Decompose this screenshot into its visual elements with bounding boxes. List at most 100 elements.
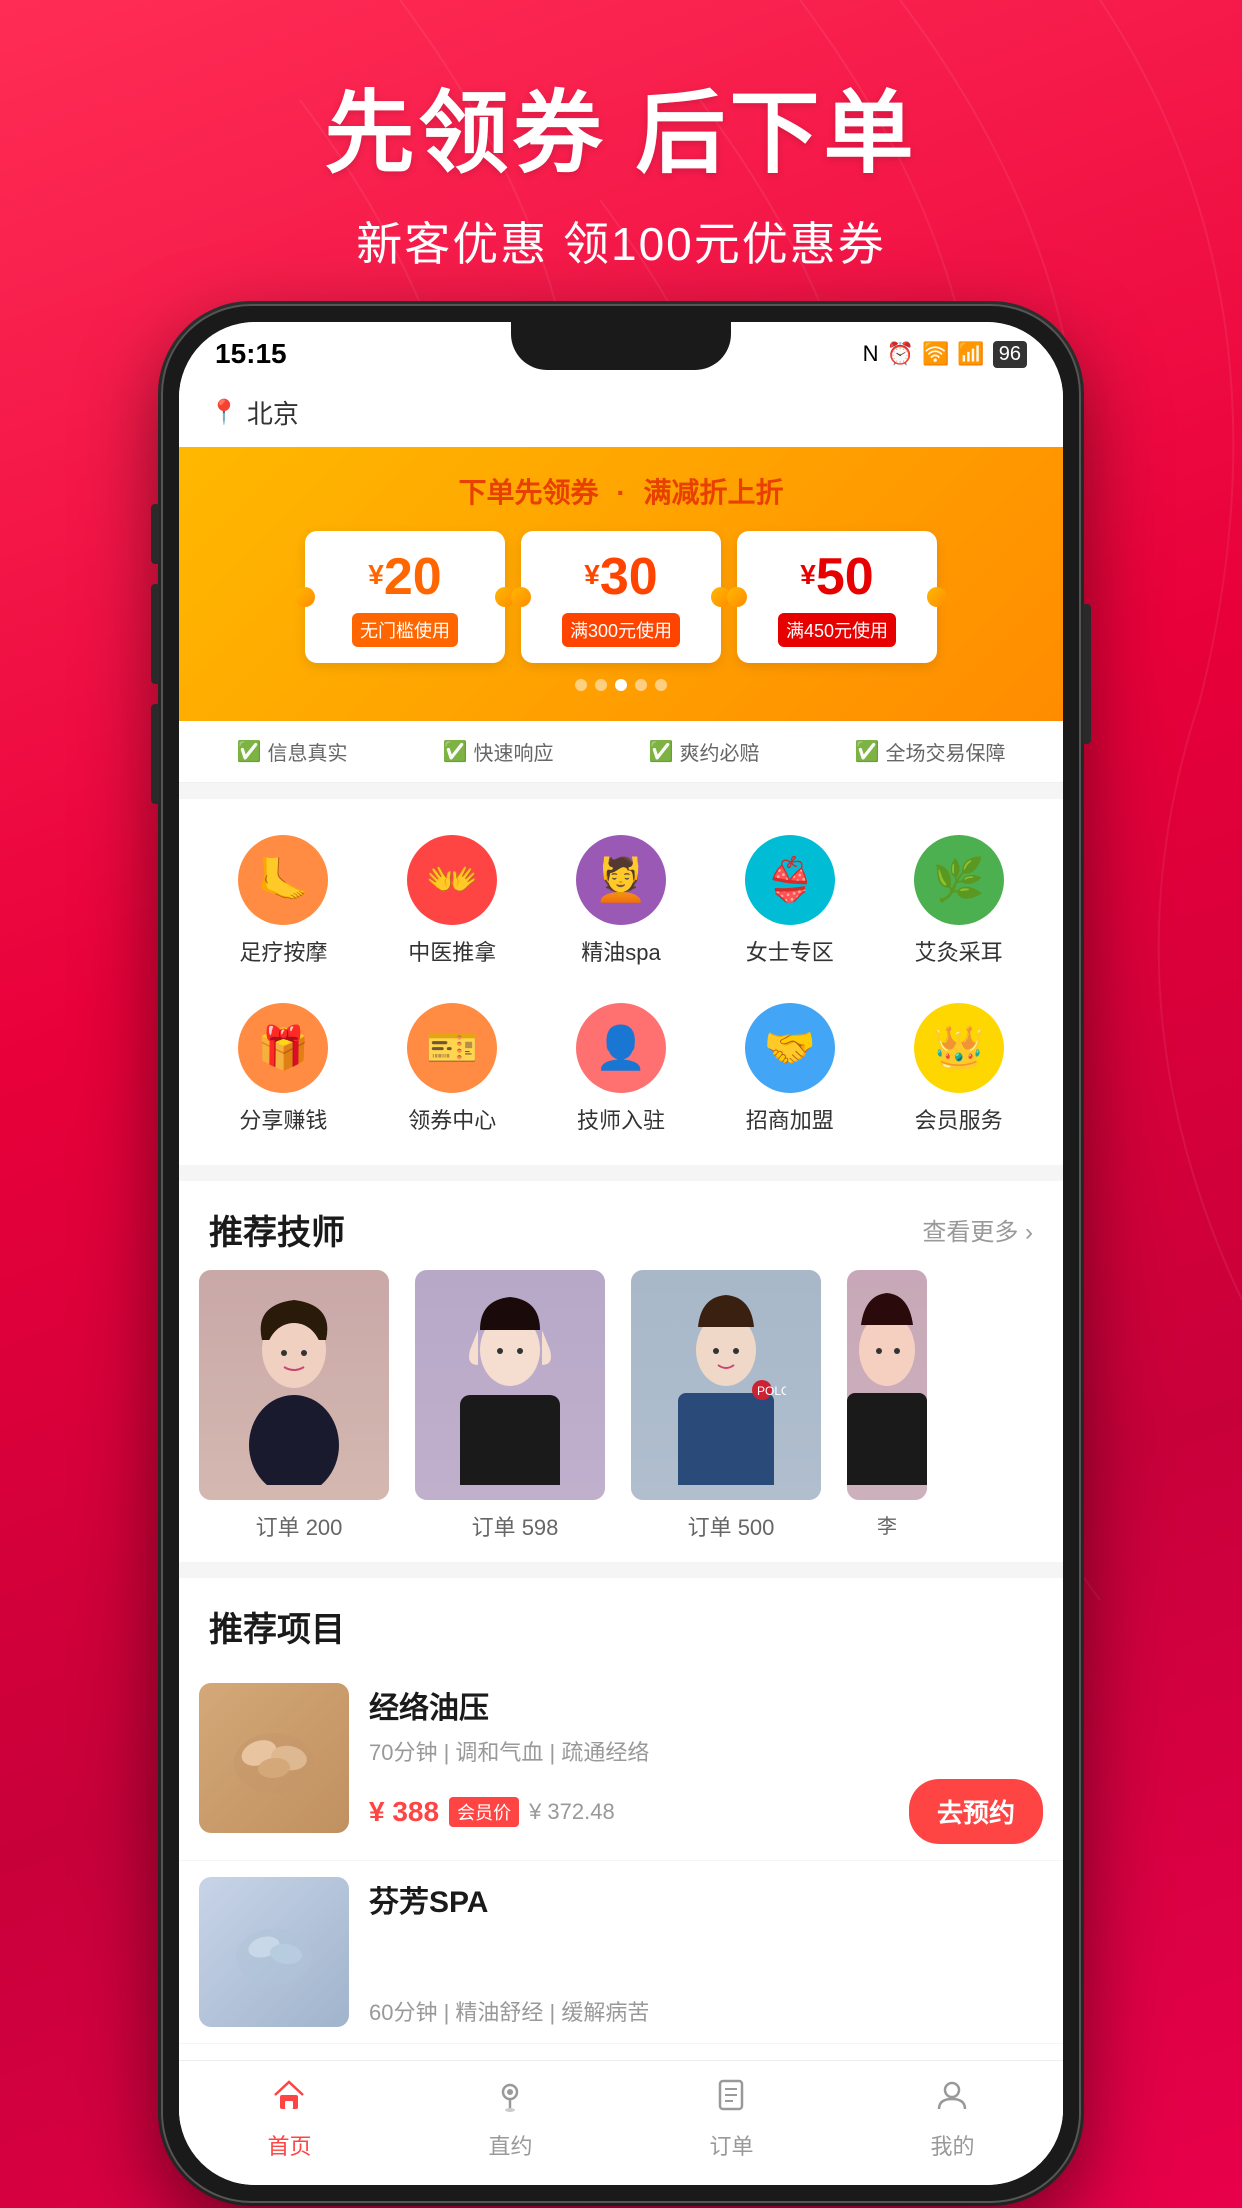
- technician-orders-3: 订单 500: [631, 1510, 831, 1542]
- project-member-price-1: ¥ 372.48: [529, 1799, 615, 1825]
- phone-notch: [511, 322, 731, 370]
- phone-frame-wrapper: 15:15 N ⏰ 🛜 📶 96 📍 北京: [161, 304, 1081, 2203]
- projects-section-header: 推荐项目: [179, 1578, 1063, 1667]
- category-grid-row2: 🎁 分享赚钱 🎫 领券中心 👤 技师入驻 🤝: [199, 987, 1043, 1155]
- check-icon-4: ✅: [855, 739, 880, 764]
- technician-see-more[interactable]: 查看更多 ›: [922, 1212, 1033, 1247]
- project-main-price-1: ¥ 388: [369, 1796, 439, 1828]
- moxibustion-label: 艾灸采耳: [915, 935, 1003, 967]
- category-membership[interactable]: 👑 会员服务: [874, 987, 1043, 1155]
- profile-icon: [934, 2077, 970, 2123]
- location-icon: [492, 2077, 528, 2123]
- nav-item-orders[interactable]: 订单: [709, 2077, 753, 2161]
- technician-card-1[interactable]: 订单 200: [199, 1270, 399, 1542]
- dot-1: [575, 679, 587, 691]
- coupon-item-30[interactable]: ¥30 满300元使用: [521, 531, 721, 663]
- technician-join-icon: 👤: [576, 1003, 666, 1093]
- tcm-massage-icon: 👐: [407, 835, 497, 925]
- nav-label-orders: 订单: [709, 2129, 753, 2161]
- volume-mute-button: [151, 504, 159, 564]
- check-icon-3: ✅: [649, 739, 674, 764]
- orders-icon: [713, 2077, 749, 2123]
- technician-avatar-3: POLO: [631, 1270, 821, 1500]
- nav-label-home: 首页: [267, 2129, 311, 2161]
- trust-label-1: 信息真实: [267, 737, 347, 766]
- wifi-icon: 🛜: [922, 341, 949, 367]
- coupon-amount-50: ¥50: [747, 551, 927, 603]
- location-pin-icon: 📍: [209, 398, 239, 427]
- category-womens-zone[interactable]: 👙 女士专区: [705, 819, 874, 987]
- nav-item-home[interactable]: 首页: [267, 2077, 311, 2161]
- coupon-banner-title: 下单先领券 · 满减折上折: [209, 471, 1033, 511]
- trust-bar: ✅ 信息真实 ✅ 快速响应 ✅ 爽约必赔 ✅ 全场交易保障: [179, 721, 1063, 783]
- technician-card-4[interactable]: 李: [847, 1270, 927, 1542]
- coupon-banner[interactable]: 下单先领券 · 满减折上折 ¥20 无门槛使用: [179, 447, 1063, 721]
- technician-card-2[interactable]: 订单 598: [415, 1270, 615, 1542]
- dot-3: [615, 679, 627, 691]
- coupon-condition-20: 无门槛使用: [352, 613, 458, 647]
- technician-photo-2: [415, 1270, 605, 1500]
- trust-label-4: 全场交易保障: [885, 737, 1005, 766]
- womens-zone-icon: 👙: [745, 835, 835, 925]
- technician-photo-3: POLO: [631, 1270, 821, 1500]
- coupon-item-50[interactable]: ¥50 满450元使用: [737, 531, 937, 663]
- volume-down-button: [151, 704, 159, 804]
- category-coupon-center[interactable]: 🎫 领券中心: [368, 987, 537, 1155]
- technician-list: 订单 200: [179, 1270, 1063, 1562]
- project-price-1: ¥ 388 会员价 ¥ 372.48: [369, 1796, 615, 1828]
- category-moxibustion[interactable]: 🌿 艾灸采耳: [874, 819, 1043, 987]
- category-technician-join[interactable]: 👤 技师入驻: [537, 987, 706, 1155]
- alarm-icon: ⏰: [887, 341, 914, 367]
- project-item-1[interactable]: 经络油压 70分钟 | 调和气血 | 疏通经络 ¥ 388 会员价 ¥ 372.…: [179, 1667, 1063, 1861]
- coupon-condition-50: 满450元使用: [778, 613, 896, 647]
- project-info-1: 经络油压 70分钟 | 调和气血 | 疏通经络 ¥ 388 会员价 ¥ 372.…: [369, 1683, 1043, 1844]
- nav-item-profile[interactable]: 我的: [930, 2077, 974, 2161]
- project-name-1: 经络油压: [369, 1683, 1043, 1727]
- category-franchise[interactable]: 🤝 招商加盟: [705, 987, 874, 1155]
- coupon-item-20[interactable]: ¥20 无门槛使用: [305, 531, 505, 663]
- project-desc-2: 60分钟 | 精油舒经 | 缓解病苦: [369, 1995, 1043, 2027]
- project-image-1: [199, 1683, 349, 1833]
- nav-item-direct[interactable]: 直约: [488, 2077, 532, 2161]
- nav-label-direct: 直约: [488, 2129, 532, 2161]
- category-foot-massage[interactable]: 🦶 足疗按摩: [199, 819, 368, 987]
- header-subtitle: 新客优惠 领100元优惠券: [0, 208, 1242, 274]
- technician-avatar-1: [199, 1270, 389, 1500]
- check-icon-2: ✅: [443, 739, 468, 764]
- nav-label-profile: 我的: [930, 2129, 974, 2161]
- coupon-carousel-dots: [209, 679, 1033, 691]
- bottom-navigation: 首页 直约: [179, 2060, 1063, 2185]
- nfc-icon: N: [863, 341, 879, 367]
- technician-section-header: 推荐技师 查看更多 ›: [179, 1181, 1063, 1270]
- technician-photo-4: [847, 1270, 927, 1500]
- city-name: 北京: [247, 394, 299, 431]
- location-bar[interactable]: 📍 北京: [179, 378, 1063, 447]
- coupon-list: ¥20 无门槛使用 ¥30 满300元使用 ¥50: [209, 531, 1033, 663]
- technician-avatar-4: [847, 1270, 927, 1500]
- status-time: 15:15: [215, 338, 287, 370]
- project-item-2[interactable]: 芬芳SPA 60分钟 | 精油舒经 | 缓解病苦: [179, 1861, 1063, 2044]
- share-earn-icon: 🎁: [238, 1003, 328, 1093]
- project-desc-1: 70分钟 | 调和气血 | 疏通经络: [369, 1735, 1043, 1767]
- category-grid-row1: 🦶 足疗按摩 👐 中医推拿 💆 精油spa 👙: [199, 819, 1043, 987]
- project-info-2: 芬芳SPA 60分钟 | 精油舒经 | 缓解病苦: [369, 1877, 1043, 2027]
- foot-massage-icon: 🦶: [238, 835, 328, 925]
- coupon-center-label: 领券中心: [408, 1103, 496, 1135]
- dot-4: [635, 679, 647, 691]
- book-button-1[interactable]: 去预约: [909, 1779, 1043, 1844]
- power-button: [1083, 604, 1091, 744]
- technician-avatar-2: [415, 1270, 605, 1500]
- coupon-center-icon: 🎫: [407, 1003, 497, 1093]
- category-essential-oil-spa[interactable]: 💆 精油spa: [537, 819, 706, 987]
- coupon-amount-20: ¥20: [315, 551, 495, 603]
- projects-section-title: 推荐项目: [209, 1602, 345, 1651]
- category-share-earn[interactable]: 🎁 分享赚钱: [199, 987, 368, 1155]
- foot-massage-label: 足疗按摩: [239, 935, 327, 967]
- franchise-icon: 🤝: [745, 1003, 835, 1093]
- category-tcm-massage[interactable]: 👐 中医推拿: [368, 819, 537, 987]
- technician-card-3[interactable]: POLO 订单 500: [631, 1270, 831, 1542]
- essential-oil-spa-label: 精油spa: [581, 935, 660, 967]
- franchise-label: 招商加盟: [746, 1103, 834, 1135]
- volume-up-button: [151, 584, 159, 684]
- project-price-row-1: ¥ 388 会员价 ¥ 372.48 去预约: [369, 1779, 1043, 1844]
